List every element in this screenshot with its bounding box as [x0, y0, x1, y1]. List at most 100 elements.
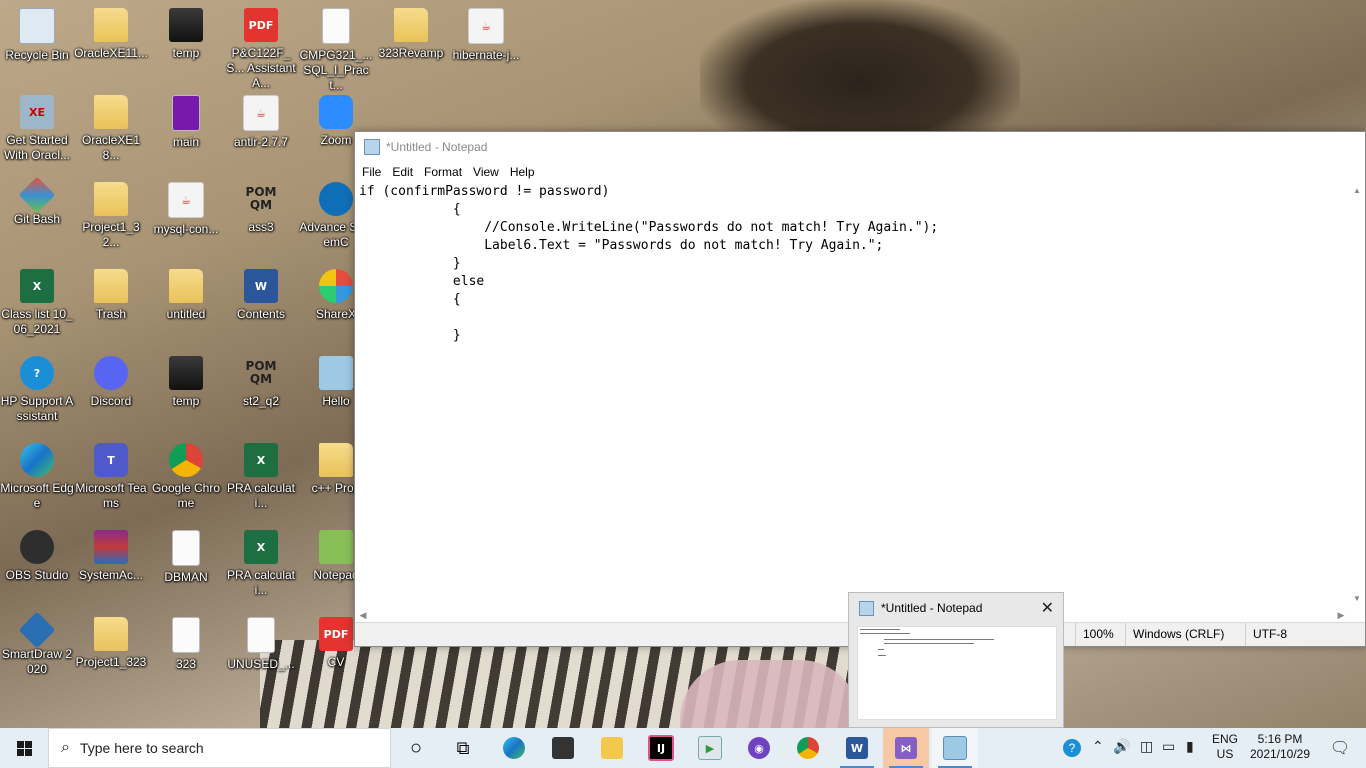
scroll-down-icon[interactable]: ▼ [1349, 591, 1365, 607]
excel-icon: X [20, 269, 54, 303]
desktop-icon-google-chrome[interactable]: Google Chrome [149, 435, 223, 519]
zoom-icon [319, 95, 353, 129]
desktop-icon-contents[interactable]: W Contents [224, 261, 298, 345]
winrar-icon [94, 530, 128, 564]
teams-icon: T [94, 443, 128, 477]
desktop-icon-discord[interactable]: Discord [74, 348, 148, 432]
desktop-icon-untitled[interactable]: untitled [149, 261, 223, 345]
network-icon[interactable]: ▭ [1162, 738, 1175, 755]
taskbar-cortana[interactable]: ○ [393, 728, 439, 768]
desktop-icon-temp[interactable]: temp [149, 0, 223, 84]
task-view-icon: ⧉ [456, 737, 470, 758]
taskbar-edge[interactable] [491, 728, 537, 768]
menu-bar: File Edit Format View Help [355, 161, 1365, 183]
desktop-icon-git-bash[interactable]: Git Bash [0, 174, 74, 258]
pdf-icon: PDF [319, 617, 353, 651]
thumbnail-image[interactable] [857, 626, 1057, 720]
desktop-icon-hibernate[interactable]: ☕ hibernate-j... [449, 0, 523, 84]
camera-icon[interactable]: ◫ [1140, 738, 1153, 755]
desktop-icon-trash[interactable]: Trash [74, 261, 148, 345]
desktop-icon-project1-323[interactable]: Project1_323 [74, 609, 148, 693]
smartdraw-icon [18, 611, 56, 649]
vertical-scrollbar[interactable]: ▲ ▼ [1349, 183, 1365, 607]
taskbar-word[interactable]: W [834, 728, 880, 768]
hp-help-icon[interactable]: ? [1063, 739, 1081, 757]
desktop-icon-pra-calculation-1[interactable]: X PRA calculati... [224, 435, 298, 519]
desktop-icon-project1-32[interactable]: Project1_32... [74, 174, 148, 258]
start-button[interactable] [0, 728, 48, 768]
desktop-icon-hp-support[interactable]: ? HP Support Assistant [0, 348, 74, 432]
desktop-icon-ass3[interactable]: POM QM ass3 [224, 174, 298, 258]
desktop-icon-unused[interactable]: UNUSED_... [224, 609, 298, 693]
notification-center-button[interactable]: 🗨 [1318, 728, 1362, 768]
desktop-icon-dbman[interactable]: DBMAN [149, 522, 223, 606]
taskbar-store[interactable] [540, 728, 586, 768]
recycle-bin-icon [19, 8, 55, 44]
desktop-icon-oraclexe18[interactable]: OracleXE18... [74, 87, 148, 171]
cortana-icon: ○ [409, 736, 423, 759]
thumbnail-title: *Untitled - Notepad [881, 601, 983, 615]
clock[interactable]: 5:16 PM 2021/10/29 [1247, 732, 1313, 762]
folder-icon [94, 269, 128, 303]
menu-view[interactable]: View [470, 165, 507, 179]
notepad-titlebar[interactable]: *Untitled - Notepad [355, 132, 1365, 161]
taskbar-github-desktop[interactable]: ◉ [736, 728, 782, 768]
scroll-right-icon[interactable]: ▶ [1333, 607, 1349, 623]
menu-file[interactable]: File [359, 165, 389, 179]
desktop-icon-st2-q2[interactable]: POM QM st2_q2 [224, 348, 298, 432]
desktop-icon-systemac[interactable]: SystemAc... [74, 522, 148, 606]
desktop-icon-oraclexe11[interactable]: OracleXE11... [74, 0, 148, 84]
show-hidden-icons-chevron-icon[interactable]: ⌃ [1092, 738, 1104, 755]
desktop-icon-pra-calculation-2[interactable]: X PRA calculati... [224, 522, 298, 606]
volume-icon[interactable]: 🔊 [1113, 738, 1130, 755]
desktop-icon-temp-2[interactable]: temp [149, 348, 223, 432]
desktop-icon-oracle-get-started[interactable]: XE Get Started With Oracl... [0, 87, 74, 171]
notification-icon: 🗨 [1329, 740, 1351, 757]
document-icon [247, 617, 275, 653]
desktop-icon-pdf-assistant[interactable]: PDF P&C122F_S... Assistant A... [224, 0, 298, 90]
taskbar-thumbnail-preview[interactable]: *Untitled - Notepad ✕ [848, 592, 1064, 728]
desktop-icon-main[interactable]: main [149, 87, 223, 171]
word-icon: W [846, 737, 868, 759]
taskbar-file-explorer[interactable] [589, 728, 635, 768]
folder-icon [169, 269, 203, 303]
text-editor[interactable]: if (confirmPassword != password) { //Con… [355, 183, 1349, 607]
taskbar-visual-studio[interactable]: ⋈ [883, 728, 929, 768]
menu-edit[interactable]: Edit [389, 165, 421, 179]
language-indicator[interactable]: ENG US [1207, 732, 1243, 762]
desktop-icon-antlr[interactable]: ☕ antlr-2.7.7 [224, 87, 298, 171]
desktop-icon-microsoft-edge[interactable]: Microsoft Edge [0, 435, 74, 519]
taskbar-chrome[interactable] [785, 728, 831, 768]
desktop-icon-323revamp[interactable]: 323Revamp [374, 0, 448, 84]
document-icon [172, 530, 200, 566]
desktop-icon-smartdraw[interactable]: SmartDraw 2020 [0, 609, 74, 693]
desktop-icon-obs-studio[interactable]: OBS Studio [0, 522, 74, 606]
git-bash-icon [18, 176, 56, 214]
notepad-window[interactable]: *Untitled - Notepad File Edit Format Vie… [354, 131, 1366, 647]
taskbar-task-view[interactable]: ⧉ [440, 728, 486, 768]
taskbar-notepad[interactable] [932, 728, 978, 768]
notepad-icon [943, 736, 967, 760]
menu-help[interactable]: Help [507, 165, 543, 179]
taskbar-search-box[interactable]: ⌕ Type here to search [48, 728, 391, 768]
chrome-icon [797, 737, 819, 759]
excel-icon: X [244, 530, 278, 564]
search-icon: ⌕ [61, 739, 70, 756]
desktop-icon-recycle-bin[interactable]: Recycle Bin [0, 0, 74, 84]
help-icon: ? [20, 356, 54, 390]
desktop-icon-class-list[interactable]: X Class list 10_06_2021 [0, 261, 74, 345]
discord-icon [94, 356, 128, 390]
taskbar-media-player[interactable]: ▶ [687, 728, 733, 768]
close-icon[interactable]: ✕ [1041, 598, 1054, 618]
desktop-icon-microsoft-teams[interactable]: T Microsoft Teams [74, 435, 148, 519]
desktop-icon-cmpg321-sql[interactable]: CMPG321_... SQL_I_Pract... [299, 0, 373, 92]
intellij-icon: IJ [648, 735, 674, 761]
desktop-icon-323[interactable]: 323 [149, 609, 223, 693]
scroll-left-icon[interactable]: ◀ [355, 607, 371, 623]
folder-icon [394, 8, 428, 42]
scroll-up-icon[interactable]: ▲ [1349, 183, 1365, 199]
battery-icon[interactable]: ▮ [1186, 738, 1194, 755]
menu-format[interactable]: Format [421, 165, 470, 179]
taskbar-intellij[interactable]: IJ [638, 728, 684, 768]
desktop-icon-mysql-connector[interactable]: ☕ mysql-con... [149, 174, 223, 258]
